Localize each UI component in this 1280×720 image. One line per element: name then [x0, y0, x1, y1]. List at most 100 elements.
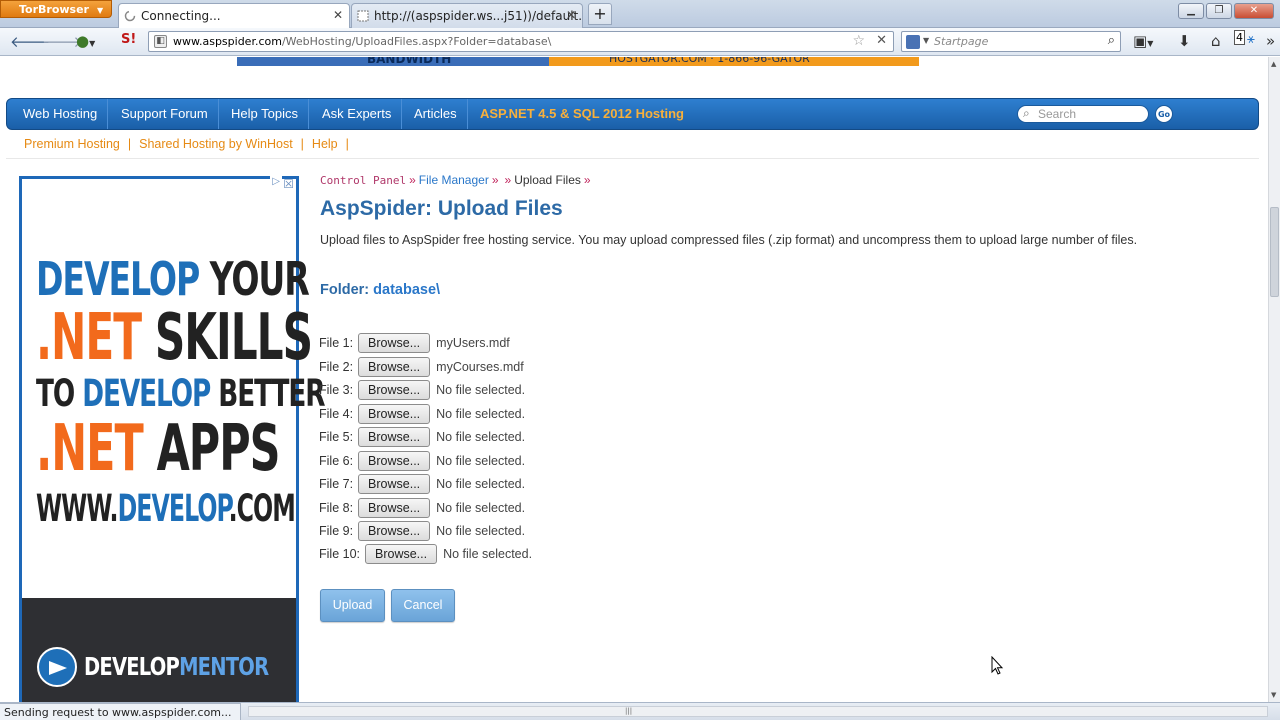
onion-icon[interactable]: ●▼: [76, 32, 95, 50]
banner-right-text: HOSTGATOR.COM · 1-866-96-GATOR: [549, 57, 919, 66]
subnav-help[interactable]: Help: [312, 137, 338, 151]
scrollbar-thumb[interactable]: [1270, 207, 1279, 297]
search-icon[interactable]: ⌕: [1108, 33, 1115, 48]
search-engine-icon[interactable]: [906, 35, 920, 49]
file-label: File 1:: [319, 336, 354, 350]
file-row: File 6: Browse... No file selected.: [319, 451, 525, 471]
nav-support-forum[interactable]: Support Forum: [111, 99, 219, 129]
tab-default-aspx[interactable]: http://(aspspider.ws...j51))/default.asp…: [351, 3, 583, 28]
subnav-shared-hosting[interactable]: Shared Hosting by WinHost: [139, 137, 293, 151]
file-label: File 6:: [319, 454, 354, 468]
main-nav: Web Hosting Support Forum Help Topics As…: [6, 98, 1259, 130]
status-text: Sending request to www.aspspider.com...: [0, 703, 241, 720]
home-icon[interactable]: ⌂: [1211, 32, 1221, 50]
folder-value: database\: [373, 282, 441, 298]
file-label: File 9:: [319, 524, 354, 538]
page-description: Upload files to AspSpider free hosting s…: [320, 233, 1138, 247]
file-row: File 4: Browse... No file selected.: [319, 404, 525, 424]
page-icon: [357, 10, 369, 22]
file-label: File 3:: [319, 383, 354, 397]
browse-button[interactable]: Browse...: [358, 380, 431, 400]
nav-aspnet-hosting[interactable]: ASP.NET 4.5 & SQL 2012 Hosting: [470, 99, 694, 129]
nav-help-topics[interactable]: Help Topics: [221, 99, 309, 129]
browse-button[interactable]: Browse...: [358, 357, 431, 377]
site-identity-icon[interactable]: ◧: [154, 35, 167, 48]
scroll-up-icon[interactable]: ▲: [1271, 60, 1276, 68]
web-page: BANDWIDTH HOSTGATOR.COM · 1-866-96-GATOR…: [0, 57, 1268, 702]
tab-title: Connecting...: [141, 9, 221, 23]
loading-spinner-icon: [124, 10, 136, 22]
close-tab-icon[interactable]: ✕: [566, 8, 576, 22]
scroll-down-icon[interactable]: ▼: [1271, 691, 1276, 699]
nav-articles[interactable]: Articles: [404, 99, 468, 129]
browse-button[interactable]: Browse...: [358, 451, 431, 471]
badge-counter[interactable]: 4: [1234, 30, 1245, 45]
browse-button[interactable]: Browse...: [358, 404, 431, 424]
breadcrumb-control-panel[interactable]: Control Panel: [320, 174, 406, 187]
breadcrumb-sep: »: [491, 173, 499, 187]
file-label: File 5:: [319, 430, 354, 444]
subnav-premium-hosting[interactable]: Premium Hosting: [24, 137, 120, 151]
minimize-icon[interactable]: ▁: [1178, 3, 1204, 19]
folder-label: Folder:: [320, 282, 370, 298]
cancel-button[interactable]: Cancel: [391, 589, 455, 622]
bookmarks-icon[interactable]: ▣▼: [1133, 32, 1153, 50]
status-bar: Sending request to www.aspspider.com... …: [0, 702, 1280, 720]
breadcrumb-sep: »: [504, 173, 512, 187]
vertical-scrollbar[interactable]: ▲ ▼: [1268, 57, 1280, 702]
url-host: www.aspspider.com: [173, 35, 282, 48]
address-bar[interactable]: ◧ www.aspspider.com/WebHosting/UploadFil…: [148, 31, 894, 52]
browse-button[interactable]: Browse...: [365, 544, 438, 564]
site-search-placeholder: Search: [1038, 107, 1077, 121]
file-row: File 2: Browse... myCourses.mdf: [319, 357, 524, 377]
tab-title: http://(aspspider.ws...j51))/default.asp…: [374, 9, 583, 23]
browse-button[interactable]: Browse...: [358, 427, 431, 447]
bookmark-star-icon[interactable]: ☆: [852, 33, 865, 49]
browse-button[interactable]: Browse...: [358, 333, 431, 353]
tab-connecting[interactable]: Connecting... ✕: [118, 3, 350, 28]
ad-line-3: TO DEVELOP BETTER: [36, 372, 326, 415]
ad-line-4: .NET APPS: [36, 412, 281, 486]
overflow-icon[interactable]: »: [1266, 32, 1275, 50]
close-ad-icon[interactable]: ☒: [283, 177, 294, 191]
ad-line-1: DEVELOP YOUR: [36, 252, 310, 306]
tab-strip: TorBrowser ▼ Connecting... ✕ http://(asps…: [0, 0, 1280, 28]
browse-button[interactable]: Browse...: [358, 474, 431, 494]
close-window-icon[interactable]: ✕: [1234, 3, 1274, 19]
subnav-separator: |: [127, 137, 132, 151]
upload-button[interactable]: Upload: [320, 589, 385, 622]
page-title: AspSpider: Upload Files: [320, 197, 563, 220]
search-bar[interactable]: ▼ Startpage ⌕: [901, 31, 1121, 52]
file-label: File 2:: [319, 360, 354, 374]
downloads-icon[interactable]: ⬇: [1178, 32, 1191, 50]
file-name: No file selected.: [436, 407, 526, 421]
tor-browser-menu-button[interactable]: TorBrowser ▼: [0, 0, 112, 18]
browse-button[interactable]: Browse...: [358, 498, 431, 518]
breadcrumb-file-manager[interactable]: File Manager: [419, 173, 489, 187]
browse-button[interactable]: Browse...: [358, 521, 431, 541]
ad-line-2: .NET SKILLS: [36, 301, 313, 375]
paper-plane-logo-icon: [37, 647, 77, 687]
site-search-input[interactable]: ⌕ Search: [1017, 105, 1149, 123]
go-button[interactable]: Go: [1155, 105, 1173, 123]
nav-ask-experts[interactable]: Ask Experts: [312, 99, 403, 129]
extension-icon[interactable]: ⚹: [1247, 32, 1255, 47]
file-name: No file selected.: [436, 477, 526, 491]
file-name: No file selected.: [436, 501, 526, 515]
file-name: No file selected.: [436, 430, 526, 444]
breadcrumb-sep: »: [583, 173, 591, 187]
ad-banner[interactable]: BANDWIDTH HOSTGATOR.COM · 1-866-96-GATOR: [237, 57, 919, 66]
side-advertisement[interactable]: ▷ ☒ DEVELOP YOUR .NET SKILLS TO DEVELOP …: [19, 176, 326, 702]
close-tab-icon[interactable]: ✕: [333, 8, 343, 22]
stop-icon[interactable]: ✕: [876, 33, 887, 48]
file-row: File 8: Browse... No file selected.: [319, 498, 525, 518]
file-row: File 10: Browse... No file selected.: [319, 544, 532, 564]
adchoices-icon[interactable]: ▷: [270, 176, 282, 187]
scroll-grip-icon[interactable]: |||: [625, 707, 632, 715]
new-tab-button[interactable]: +: [588, 3, 612, 25]
horizontal-scrollbar[interactable]: |||: [248, 706, 1268, 717]
nav-web-hosting[interactable]: Web Hosting: [13, 99, 109, 129]
chevron-down-icon: ▼: [923, 36, 930, 45]
restore-icon[interactable]: ❐: [1206, 3, 1232, 19]
noscript-icon[interactable]: S!: [121, 32, 136, 47]
